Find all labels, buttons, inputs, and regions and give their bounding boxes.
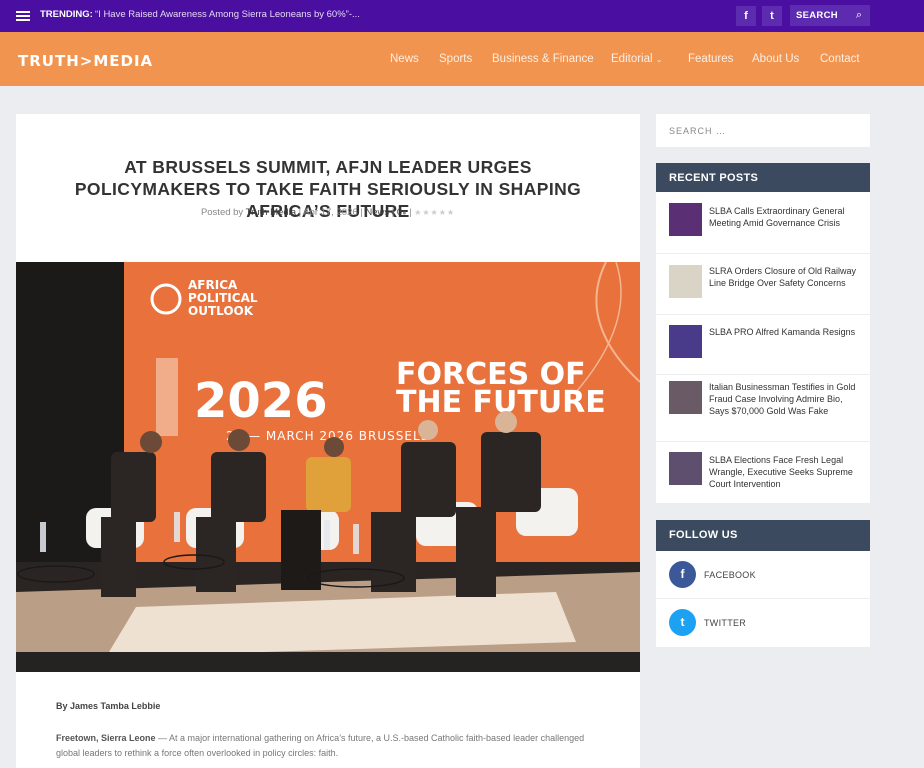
sidebar-search-placeholder: SEARCH … xyxy=(669,126,727,136)
photo-year: 2026 xyxy=(194,373,328,429)
nav-about-us[interactable]: About Us xyxy=(752,53,799,65)
search-icon[interactable]: ⌕ xyxy=(856,9,862,22)
nav-editorial[interactable]: Editorial ⌄ xyxy=(611,53,662,65)
twitter-icon[interactable]: t xyxy=(669,609,696,636)
nav-business-finance[interactable]: Business & Finance xyxy=(492,53,594,65)
recent-post-title[interactable]: SLBA PRO Alfred Kamanda Resigns xyxy=(709,326,859,338)
follow-facebook[interactable]: f FACEBOOK xyxy=(656,551,870,599)
recent-posts-widget: RECENT POSTS SLBA Calls Extraordinary Ge… xyxy=(656,163,870,503)
follow-twitter-label[interactable]: TWITTER xyxy=(704,618,746,628)
post-thumbnail[interactable] xyxy=(669,265,702,298)
article-dateline: Freetown, Sierra Leone xyxy=(56,733,156,743)
comment-icon: ● xyxy=(402,210,407,217)
top-search-field[interactable]: SEARCH ⌕ xyxy=(790,5,870,26)
twitter-icon[interactable]: t xyxy=(762,6,782,26)
photo-brand-line1: AFRICA xyxy=(188,278,238,292)
trending-label: TRENDING: xyxy=(40,9,93,20)
nav-news[interactable]: News xyxy=(390,53,419,65)
site-logo[interactable]: TRUTH>MEDIA xyxy=(18,52,153,70)
category-link[interactable]: News xyxy=(365,207,389,218)
post-thumbnail[interactable] xyxy=(669,325,702,358)
author-link[interactable]: Truth Media xyxy=(246,207,296,218)
post-thumbnail[interactable] xyxy=(669,203,702,236)
sidebar-search-input[interactable]: SEARCH … xyxy=(656,114,870,147)
article-card: AT BRUSSELS SUMMIT, AFJN LEADER URGES PO… xyxy=(16,114,640,768)
article-paragraph: Freetown, Sierra Leone — At a major inte… xyxy=(56,731,596,761)
follow-facebook-label[interactable]: FACEBOOK xyxy=(704,570,756,580)
rating-stars-icon: ★★★★★ xyxy=(414,208,456,217)
site-header: TRUTH>MEDIA News Sports Business & Finan… xyxy=(0,32,924,86)
recent-post-title[interactable]: SLBA Elections Face Fresh Legal Wrangle,… xyxy=(709,454,859,491)
menu-icon[interactable] xyxy=(16,11,30,21)
top-bar: TRENDING: “I Have Raised Awareness Among… xyxy=(0,0,924,32)
chevron-down-icon: ⌄ xyxy=(655,55,663,64)
article-photo: AFRICA POLITICAL OUTLOOK 2026 FORCES OF … xyxy=(16,262,640,672)
article-meta: Posted by Truth Media | Apr 17, 2026 | N… xyxy=(200,207,456,218)
top-search-label: SEARCH xyxy=(796,10,838,21)
recent-post-item[interactable]: SLRA Orders Closure of Old Railway Line … xyxy=(656,254,870,315)
recent-post-title[interactable]: SLRA Orders Closure of Old Railway Line … xyxy=(709,265,859,289)
follow-us-heading: FOLLOW US xyxy=(656,520,870,551)
photo-brand-line3: OUTLOOK xyxy=(188,304,254,318)
recent-post-item[interactable]: SLBA Calls Extraordinary General Meeting… xyxy=(656,192,870,254)
recent-post-item[interactable]: Italian Businessman Testifies in Gold Fr… xyxy=(656,375,870,442)
article-byline: By James Tamba Lebbie xyxy=(56,701,161,711)
recent-post-item[interactable]: SLBA Elections Face Fresh Legal Wrangle,… xyxy=(656,442,870,503)
conference-photo: AFRICA POLITICAL OUTLOOK 2026 FORCES OF … xyxy=(16,262,640,672)
post-thumbnail[interactable] xyxy=(669,452,702,485)
posted-by-label: Posted by xyxy=(200,207,244,218)
nav-features[interactable]: Features xyxy=(688,53,733,65)
follow-us-widget: FOLLOW US f FACEBOOK t TWITTER xyxy=(656,520,870,647)
recent-post-title[interactable]: Italian Businessman Testifies in Gold Fr… xyxy=(709,381,859,418)
nav-contact[interactable]: Contact xyxy=(820,53,860,65)
recent-post-item[interactable]: SLBA PRO Alfred Kamanda Resigns xyxy=(656,315,870,375)
post-thumbnail[interactable] xyxy=(669,381,702,414)
post-date: Apr 17, 2026 xyxy=(303,207,358,218)
recent-post-title[interactable]: SLBA Calls Extraordinary General Meeting… xyxy=(709,205,859,229)
follow-twitter[interactable]: t TWITTER xyxy=(656,599,870,647)
nav-sports[interactable]: Sports xyxy=(439,53,472,65)
trending-headline-link[interactable]: “I Have Raised Awareness Among Sierra Le… xyxy=(95,9,360,20)
facebook-icon[interactable]: f xyxy=(736,6,756,26)
nav-editorial-label: Editorial xyxy=(611,53,653,65)
facebook-icon[interactable]: f xyxy=(669,561,696,588)
recent-posts-heading: RECENT POSTS xyxy=(656,163,870,192)
photo-brand-line2: POLITICAL xyxy=(188,291,258,305)
